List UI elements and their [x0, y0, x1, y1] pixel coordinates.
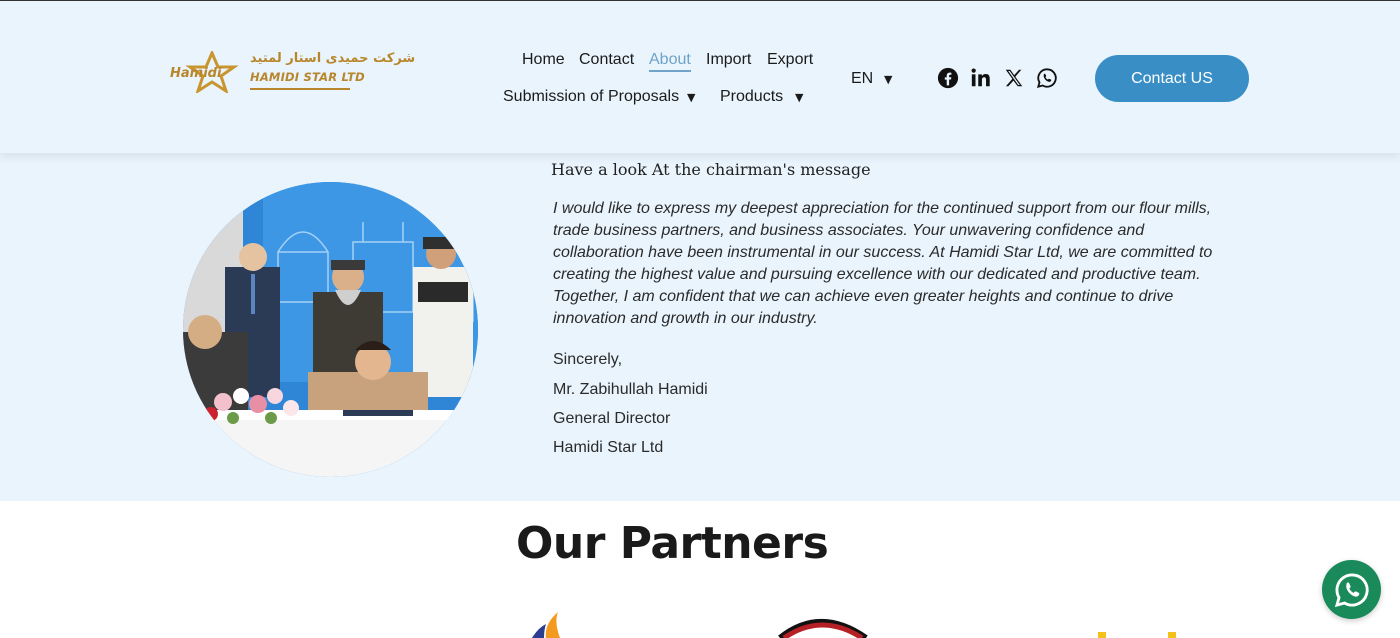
site-header: Hamidi شرکت حمیدی استار لمتید HAMIDI STA… — [0, 0, 1400, 153]
nav-submission-of-proposals[interactable]: Submission of Proposals — [503, 88, 679, 106]
chairman-message-heading: Have a look At the chairman's message — [551, 160, 871, 179]
language-selector[interactable]: EN — [851, 70, 873, 88]
chevron-down-icon[interactable]: ▼ — [884, 73, 892, 86]
contact-us-button[interactable]: Contact US — [1095, 55, 1249, 102]
signing-ceremony-image — [183, 182, 478, 477]
chairman-photo — [183, 182, 478, 477]
star-logo-icon: Hamidi — [170, 51, 239, 93]
logo-underline — [250, 88, 350, 90]
facebook-icon[interactable] — [937, 67, 959, 89]
logo-english-text: HAMIDI STAR LTD — [250, 70, 365, 84]
company-logo[interactable]: Hamidi شرکت حمیدی استار لمتید HAMIDI STA… — [168, 51, 415, 95]
partners-title: Our Partners — [516, 518, 829, 569]
whatsapp-icon — [1334, 573, 1369, 607]
logo-star-text: Hamidi — [170, 66, 222, 81]
signature-title: General Director — [553, 410, 671, 427]
nav-products[interactable]: Products — [720, 88, 783, 106]
nav-about[interactable]: About — [649, 51, 691, 72]
signature-closing: Sincerely, — [553, 351, 623, 368]
nav-home[interactable]: Home — [522, 51, 565, 69]
nav-contact[interactable]: Contact — [579, 51, 634, 69]
x-icon[interactable] — [1003, 67, 1025, 89]
linkedin-icon[interactable] — [970, 67, 992, 89]
partner-logo-1[interactable] — [528, 612, 568, 638]
chevron-down-icon[interactable]: ▼ — [687, 91, 695, 104]
signature-name: Mr. Zabihullah Hamidi — [553, 381, 708, 398]
whatsapp-icon[interactable] — [1036, 67, 1058, 89]
signature-company: Hamidi Star Ltd — [553, 439, 664, 456]
chairman-message-body: I would like to express my deepest appre… — [553, 200, 1213, 327]
logo-arabic-text: شرکت حمیدی استار لمتید — [250, 51, 416, 66]
nav-export[interactable]: Export — [767, 51, 813, 69]
nav-import[interactable]: Import — [706, 51, 751, 69]
partner-logo-2[interactable] — [778, 618, 868, 638]
partner-logo-3[interactable] — [1096, 630, 1180, 638]
whatsapp-chat-button[interactable] — [1322, 560, 1381, 619]
chevron-down-icon[interactable]: ▼ — [795, 91, 803, 104]
